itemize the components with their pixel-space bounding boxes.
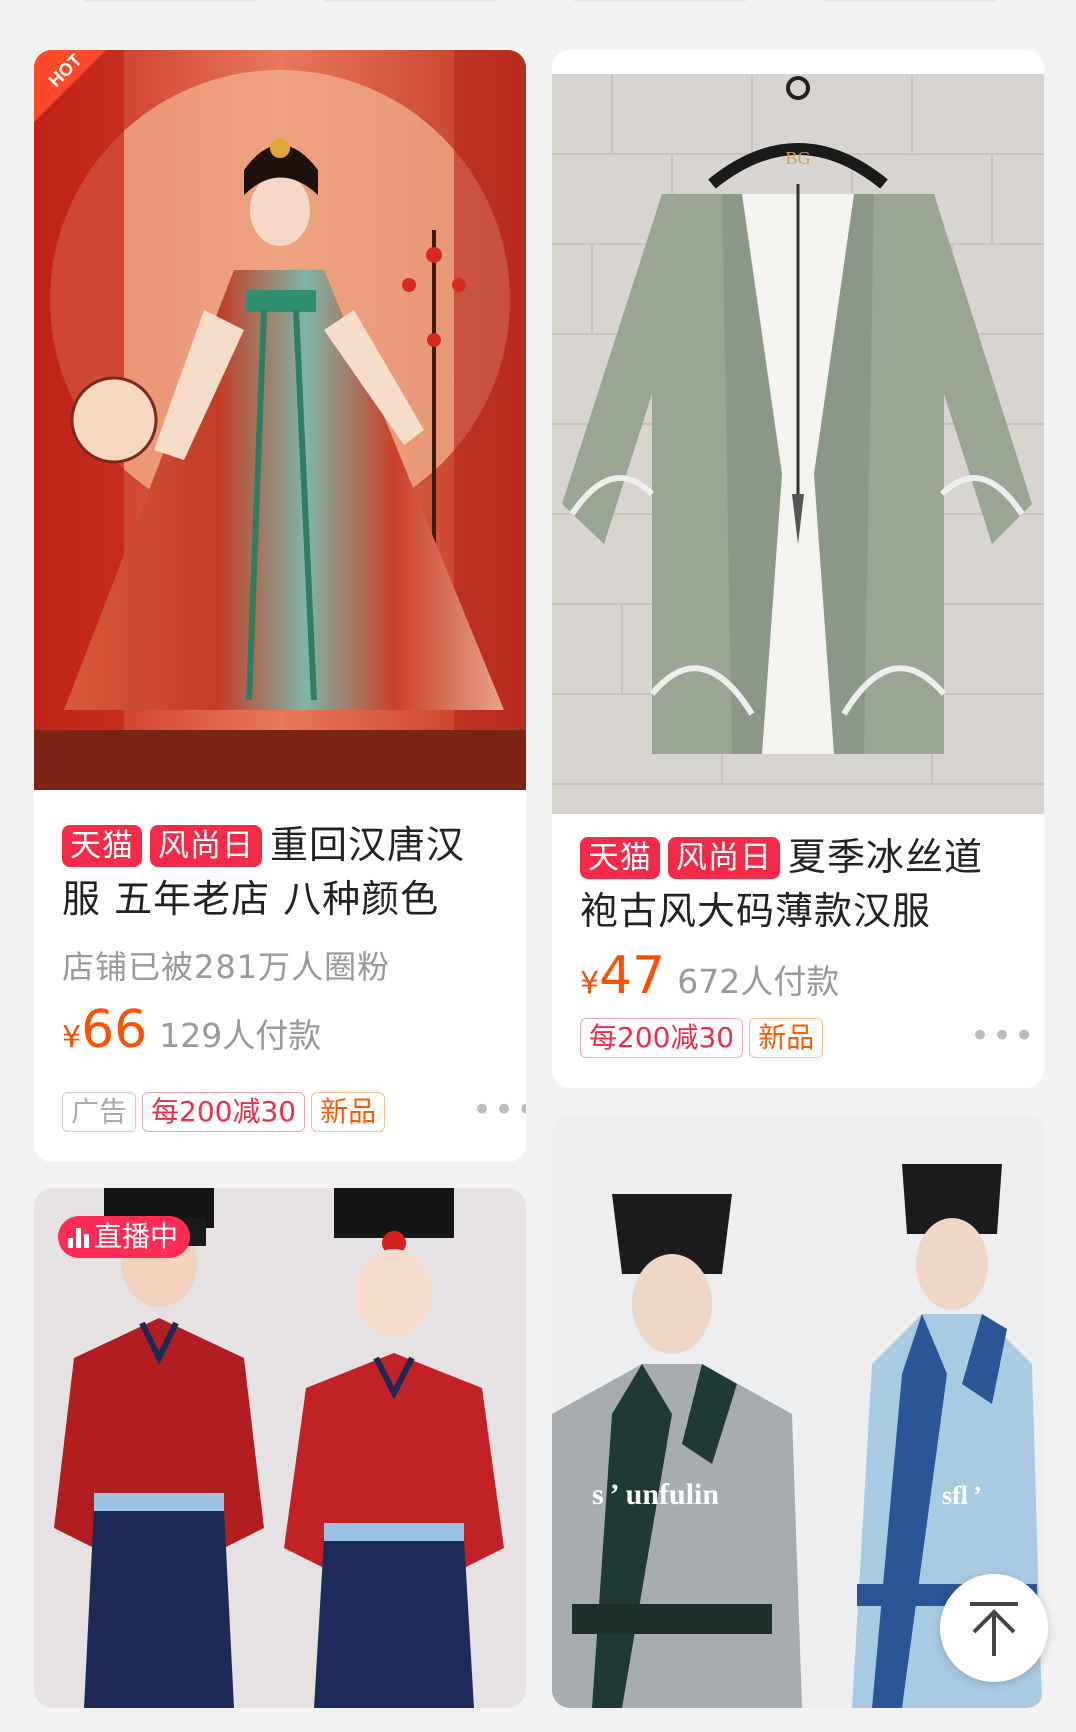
paid-count: 672人付款 (677, 962, 840, 1001)
filter-pill[interactable] (570, 0, 750, 2)
new-badge: 新品 (311, 1092, 386, 1132)
tmall-tag: 天猫 (62, 825, 142, 867)
promo-badge: 每200减30 (580, 1018, 744, 1058)
product-title[interactable]: 天猫 风尚日 夏季冰丝道袍古风大码薄款汉服 (580, 830, 1020, 938)
product-card-3[interactable] (34, 1188, 526, 1708)
currency-symbol: ¥ (580, 966, 600, 1001)
badge-row: 每200减30 新品 (580, 1018, 829, 1058)
fashion-day-tag: 风尚日 (150, 825, 262, 867)
hot-corner-icon: HOT (34, 50, 114, 130)
tmall-tag: 天猫 (580, 837, 660, 879)
filter-pill[interactable] (80, 0, 260, 2)
product-image-3[interactable] (34, 1188, 526, 1708)
ad-badge: 广告 (62, 1092, 137, 1132)
back-to-top-button[interactable] (940, 1574, 1048, 1682)
badge-row: 广告 每200减30 新品 (62, 1092, 391, 1132)
price-line: ¥66 129人付款 (62, 1000, 321, 1060)
svg-text:BG: BG (785, 148, 810, 168)
product-image-1[interactable]: HOT (34, 50, 526, 790)
paid-count: 129人付款 (159, 1016, 322, 1055)
more-dots-icon[interactable]: ••• (472, 1090, 526, 1130)
more-dots-icon[interactable]: ••• (970, 1016, 1036, 1056)
product-card-1[interactable]: HOT 天猫 风尚日 重回汉唐汉服 五年老店 八种颜色 店铺已被281万人圈粉 ¥6… (34, 50, 526, 1162)
top-filter-bar (0, 0, 1076, 20)
new-badge: 新品 (749, 1018, 824, 1058)
currency-symbol: ¥ (62, 1020, 82, 1055)
live-label: 直播中 (94, 1220, 179, 1253)
price: 66 (81, 1000, 148, 1060)
live-bars-icon (66, 1226, 90, 1248)
back-to-top-icon (970, 1602, 1018, 1656)
watermark-text: sfl ’ (942, 1481, 982, 1510)
product-image-2[interactable]: BG (552, 74, 1044, 814)
price-line: ¥47 672人付款 (580, 946, 839, 1006)
filter-pill[interactable] (820, 0, 1000, 2)
promo-badge: 每200减30 (142, 1092, 306, 1132)
shop-followers: 店铺已被281万人圈粉 (62, 948, 391, 986)
fashion-day-tag: 风尚日 (668, 837, 780, 879)
product-card-2[interactable]: BG 天猫 风尚日 夏季冰丝道袍古风大码薄款汉服 ¥47 672人付款 每200减30… (552, 50, 1044, 1088)
filter-pill[interactable] (320, 0, 500, 2)
price: 47 (599, 946, 666, 1006)
watermark-text: s ’ unfulin (592, 1478, 719, 1511)
product-title[interactable]: 天猫 风尚日 重回汉唐汉服 五年老店 八种颜色 (62, 818, 502, 926)
live-badge[interactable]: 直播中 (58, 1216, 191, 1258)
